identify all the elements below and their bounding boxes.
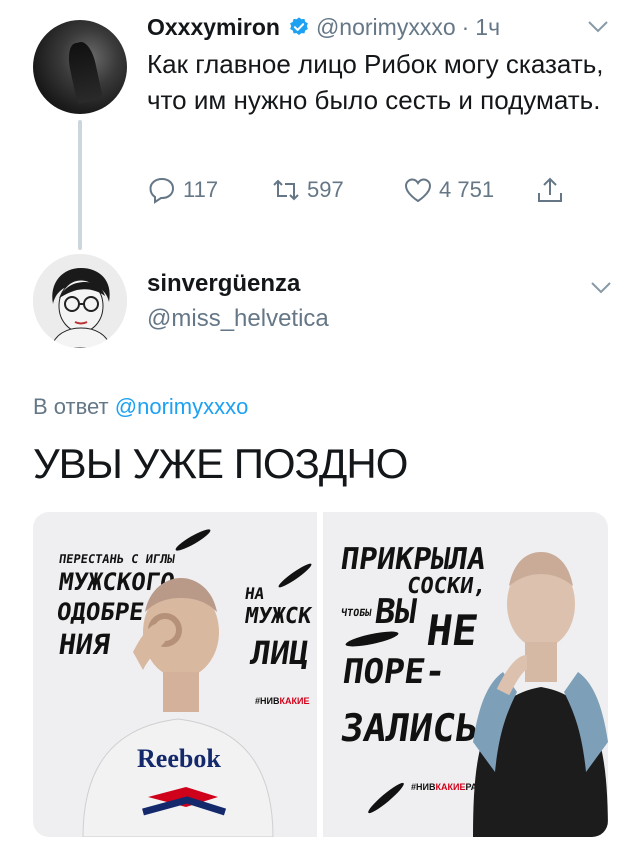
- tweet1-handle[interactable]: @norimyxxxo: [316, 14, 456, 41]
- avatar-silhouette: [65, 39, 103, 105]
- tweet1-text: Как главное лицо Рибок могу сказать, что…: [147, 49, 604, 115]
- share-icon: [538, 177, 562, 202]
- poster-right-person: [473, 552, 608, 837]
- shirt-logo: Reebok: [137, 744, 221, 773]
- reply-context: В ответ @norimyxxxo: [33, 394, 248, 420]
- retweet-button[interactable]: 597: [271, 175, 344, 205]
- poster-left-line1: ПЕРЕСТАНЬ С ИГЛЫ: [58, 552, 176, 566]
- poster-right-line4: ВЫ: [372, 592, 419, 632]
- separator-dot: ·: [461, 13, 470, 40]
- tweet2-text: УВЫ УЖЕ ПОЗДНО: [33, 440, 408, 487]
- poster-right-line7: ЗАЛИСЬ: [337, 706, 482, 750]
- reply-prefix: В ответ: [33, 394, 109, 419]
- tweet2-media[interactable]: ПЕРЕСТАНЬ С ИГЛЫ МУЖСКОГО ОДОБРЕ- НИЯ НА…: [33, 512, 608, 837]
- thread-line: [78, 120, 82, 250]
- tweet2-display-name[interactable]: sinvergüenza: [147, 270, 300, 298]
- share-button[interactable]: [535, 175, 565, 205]
- chevron-down-icon[interactable]: [590, 281, 612, 295]
- reply-icon: [149, 177, 175, 204]
- tweet2-handle[interactable]: @miss_helvetica: [147, 305, 329, 333]
- poster-right-line6: ПОРЕ-: [340, 652, 449, 692]
- poster-left-hashtag-red: КАКИЕ: [279, 696, 310, 706]
- tweet1-header: Oxxxymiron @norimyxxxo · 1ч: [147, 13, 500, 41]
- like-count: 4 751: [439, 177, 495, 202]
- like-button[interactable]: 4 751: [403, 175, 494, 205]
- chevron-down-icon[interactable]: [587, 20, 609, 34]
- media-image-left[interactable]: ПЕРЕСТАНЬ С ИГЛЫ МУЖСКОГО ОДОБРЕ- НИЯ НА…: [33, 512, 317, 837]
- poster-brush-stroke: [365, 780, 407, 816]
- media-image-right[interactable]: ПРИКРЫЛА СОСКИ, ЧТОБЫ ВЫ НЕ ПОРЕ- ЗАЛИСЬ…: [323, 512, 608, 837]
- avatar-oxxxymiron[interactable]: [33, 20, 127, 114]
- avatar-sinverguenza[interactable]: [33, 254, 127, 348]
- reply-count: 117: [183, 177, 219, 202]
- tweet1-display-name[interactable]: Oxxxymiron: [147, 14, 280, 41]
- tweet1-timestamp[interactable]: 1ч: [475, 14, 500, 41]
- reply-handle-link[interactable]: @norimyxxxo: [115, 394, 249, 419]
- retweet-count: 597: [307, 177, 344, 202]
- retweet-icon: [273, 179, 299, 201]
- poster-right-line3: ЧТОБЫ: [340, 608, 372, 619]
- poster-left-person: [82, 578, 274, 837]
- poster-brush-stroke: [173, 526, 213, 554]
- reply-button[interactable]: 117: [147, 175, 218, 205]
- verified-badge-icon: [290, 17, 308, 35]
- poster-right-hashtag-red: КАКИЕ: [435, 782, 466, 792]
- poster-right-line1: ПРИКРЫЛА: [338, 542, 488, 577]
- poster-right-hashtag-prefix: #НИВ: [411, 782, 436, 792]
- avatar-illustration: [33, 254, 127, 348]
- heart-icon: [404, 178, 432, 203]
